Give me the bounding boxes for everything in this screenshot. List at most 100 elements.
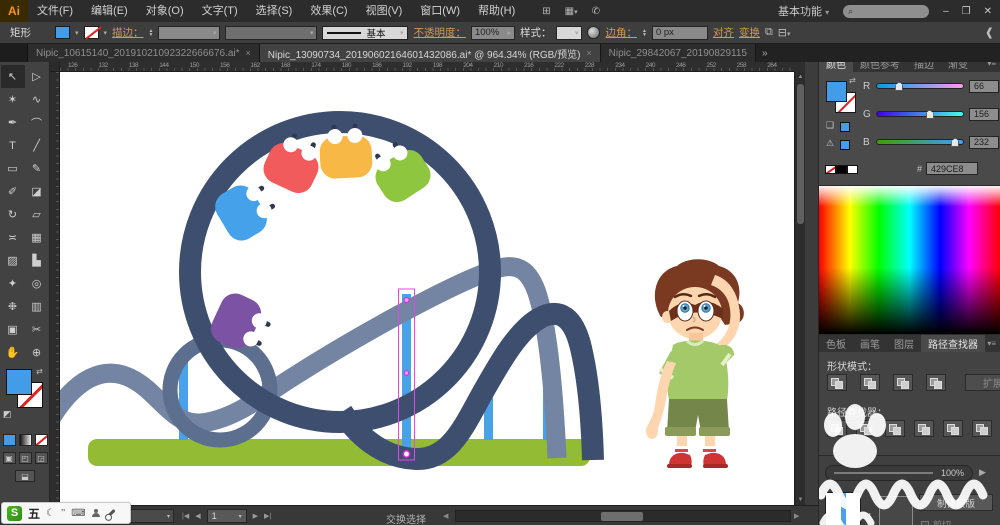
close-button[interactable]: ✕	[984, 6, 992, 17]
document-tab-1[interactable]: Nipic_13090734_20190602164601432086.ai* …	[259, 44, 601, 62]
line-segment-tool[interactable]: ╱	[25, 134, 49, 157]
menu-item-5[interactable]: 效果(C)	[301, 0, 356, 22]
draw-inside-icon[interactable]: ◲	[34, 452, 48, 464]
stroke-weight-select[interactable]: ▾	[158, 25, 221, 40]
zoom-tool[interactable]: ⊕	[25, 341, 49, 364]
layout-icon[interactable]: ▦▾	[565, 6, 578, 17]
pathfinder-minus-back[interactable]	[972, 420, 992, 437]
align-link[interactable]: 对齐	[713, 25, 734, 40]
menu-item-7[interactable]: 窗口(W)	[411, 0, 469, 22]
color-fill-button[interactable]	[2, 434, 16, 446]
slider-handle[interactable]	[925, 110, 934, 119]
default-colors-icon[interactable]: ◩	[3, 409, 12, 420]
expand-button[interactable]: 扩展	[965, 374, 1000, 391]
workspace-switcher[interactable]: 基本功能 ▾	[778, 3, 829, 19]
slider-handle[interactable]	[951, 138, 960, 147]
shape-mode-unite[interactable]	[827, 374, 847, 391]
isolate-object-icon[interactable]: ⧉	[765, 26, 773, 39]
opacity-link[interactable]: 不透明度：	[413, 25, 466, 40]
web-safe-color-chip[interactable]	[840, 122, 850, 132]
direct-selection-tool[interactable]: ▷	[25, 65, 49, 88]
artboard-tool[interactable]: ▣	[1, 318, 25, 341]
shape-mode-exclude[interactable]	[926, 374, 946, 391]
clip-checkbox[interactable]: 剪切	[921, 518, 951, 525]
moon-icon[interactable]: ☾	[46, 508, 55, 519]
pathfinder-panel-menu-icon[interactable]: ▾≡	[987, 335, 1000, 352]
curvature-tool[interactable]: ⌒	[25, 111, 49, 134]
restore-button[interactable]: ❐	[962, 6, 971, 17]
pathfinder-merge[interactable]	[885, 420, 905, 437]
recolor-artwork-icon[interactable]	[587, 26, 601, 39]
tab-close-icon[interactable]: ×	[586, 48, 591, 58]
gamut-warning-icon[interactable]: ⚠	[826, 138, 834, 149]
horizontal-scroll-thumb[interactable]	[601, 512, 643, 521]
menu-item-1[interactable]: 编辑(E)	[82, 0, 137, 22]
tab-overflow-chevron[interactable]: »	[756, 44, 774, 62]
symbol-sprayer-tool[interactable]: ❉	[1, 295, 25, 318]
draw-behind-icon[interactable]: ◰	[18, 452, 32, 464]
lasso-tool[interactable]: ∿	[25, 88, 49, 111]
swap-colors-icon[interactable]: ⇄	[849, 76, 856, 85]
corner-stepper[interactable]: ▲ ▼	[642, 28, 647, 37]
gradient-fill-button[interactable]	[18, 434, 32, 446]
settings-wrench-icon[interactable]	[106, 508, 116, 518]
blend-tool[interactable]: ◎	[25, 272, 49, 295]
shape-mode-minus-front[interactable]	[860, 374, 880, 391]
menu-item-0[interactable]: 文件(F)	[28, 0, 82, 22]
pathfinder-trim[interactable]	[856, 420, 876, 437]
gamut-color-chip[interactable]	[840, 140, 850, 150]
search-input[interactable]: ⌕	[843, 4, 930, 18]
menu-item-4[interactable]: 选择(S)	[247, 0, 302, 22]
draw-normal-icon[interactable]: ▣	[2, 452, 16, 464]
swap-fill-stroke-icon[interactable]: ⇄	[36, 367, 43, 376]
arrange-documents-icon[interactable]: ⊞	[542, 6, 550, 17]
b-value-input[interactable]: 232	[969, 135, 999, 149]
column-graph-tool[interactable]: ▥	[25, 295, 49, 318]
menu-item-8[interactable]: 帮助(H)	[469, 0, 524, 22]
horizontal-ruler[interactable]: 126 132 138 144 150 156 162 168 174 180 186 192 198 2…	[60, 62, 794, 72]
dock-tab-3[interactable]: 路径查找器	[921, 335, 985, 352]
cartoon-boy[interactable]	[646, 259, 744, 468]
pathfinder-outline[interactable]	[943, 420, 963, 437]
transform-link[interactable]: 变换	[739, 25, 760, 40]
eyedropper-tool[interactable]: ✦	[1, 272, 25, 295]
selection-tool[interactable]: ↖	[0, 65, 25, 88]
width-tool[interactable]: ≍	[1, 226, 25, 249]
punctuation-icon[interactable]: ’’	[61, 508, 65, 519]
shape-mode-intersect[interactable]	[893, 374, 913, 391]
variable-width-profile-select[interactable]: ▾	[225, 25, 318, 40]
mesh-tool[interactable]: ▦	[25, 226, 49, 249]
none-black-white-swatches[interactable]	[825, 165, 858, 174]
document-tab-2[interactable]: Nipic_29842067_20190829115	[600, 44, 756, 62]
mask-thumbnail-frame[interactable]	[879, 496, 913, 525]
scroll-down-icon[interactable]: ▼	[795, 495, 806, 505]
make-mask-button[interactable]: 制作蒙版	[919, 494, 993, 511]
stroke-color-swatch[interactable]	[83, 26, 99, 39]
document-tab-0[interactable]: Nipic_10615140_20191021092322666676.ai* ×	[28, 44, 260, 62]
magic-wand-tool[interactable]: ✶	[1, 88, 25, 111]
web-safe-cube-icon[interactable]: ❑	[826, 120, 834, 131]
pencil-tool[interactable]: ✐	[1, 180, 25, 203]
artboard-number-select[interactable]: 1 ▾	[206, 509, 247, 523]
dock-tab-2[interactable]: 图层	[887, 335, 921, 352]
scroll-left-icon[interactable]: ◀	[443, 512, 448, 520]
none-fill-button[interactable]	[34, 434, 48, 446]
collapse-options-icon[interactable]: ❰	[985, 26, 1000, 39]
screen-mode-icon[interactable]: ⬓	[15, 470, 35, 482]
pathfinder-divide[interactable]	[827, 420, 847, 437]
r-slider[interactable]	[876, 82, 964, 91]
panel-fill-swatch[interactable]	[826, 81, 847, 102]
scroll-right-icon[interactable]: ▶	[794, 512, 799, 520]
free-transform-tool[interactable]: ▱	[25, 203, 49, 226]
pathfinder-crop[interactable]	[914, 420, 934, 437]
g-slider[interactable]	[876, 110, 964, 119]
horizontal-scrollbar[interactable]	[455, 510, 791, 522]
r-value-input[interactable]: 66	[969, 79, 999, 93]
menu-item-2[interactable]: 对象(O)	[137, 0, 193, 22]
opacity-expand-icon[interactable]: ▶	[979, 467, 986, 478]
slice-tool[interactable]: ✂	[25, 318, 49, 341]
pen-tool[interactable]: ✒	[1, 111, 25, 134]
last-artboard-icon[interactable]: ▶|	[264, 512, 271, 520]
ground-shape[interactable]	[88, 439, 590, 466]
slider-handle[interactable]	[895, 82, 904, 91]
